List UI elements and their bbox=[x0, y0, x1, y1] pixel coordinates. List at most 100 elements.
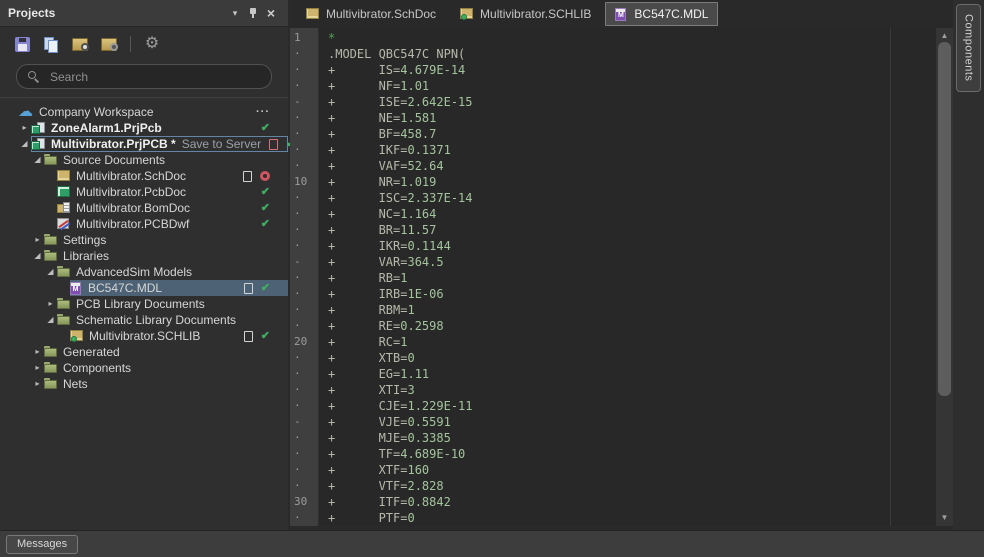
tree-item-nets[interactable]: ▸ Nets bbox=[0, 376, 288, 392]
tree-item-pcb-library-documents[interactable]: ▸ PCB Library Documents bbox=[0, 296, 288, 312]
code-line[interactable]: · + CJE=1.229E-11 bbox=[290, 398, 936, 414]
code-line[interactable]: 1 * bbox=[290, 30, 936, 46]
code-line[interactable]: - + VJE=0.5591 bbox=[290, 414, 936, 430]
code-line[interactable]: · + BF=458.7 bbox=[290, 126, 936, 142]
code-line[interactable]: · + VTF=2.828 bbox=[290, 478, 936, 494]
search-box[interactable] bbox=[16, 64, 272, 89]
gutter-cell: · bbox=[294, 319, 301, 332]
tree-item-multivibrator-pcbdoc[interactable]: Multivibrator.PcbDoc ✔ bbox=[0, 184, 288, 200]
code-line[interactable]: · .MODEL QBC547C NPN( bbox=[290, 46, 936, 62]
save-icon bbox=[14, 36, 30, 52]
scroll-up-icon[interactable]: ▲ bbox=[936, 29, 953, 43]
expand-icon[interactable]: ▸ bbox=[31, 360, 44, 376]
tree-item-label: Settings bbox=[63, 233, 107, 247]
tree-item-libraries[interactable]: ◢ Libraries bbox=[0, 248, 288, 264]
code-line[interactable]: 10 + NR=1.019 bbox=[290, 174, 936, 190]
panel-close-button[interactable]: × bbox=[262, 4, 280, 22]
chevron-down-icon: ▾ bbox=[232, 7, 238, 18]
folder-icon bbox=[44, 378, 58, 390]
code-line[interactable]: · + BR=11.57 bbox=[290, 222, 936, 238]
save-button[interactable] bbox=[12, 34, 32, 54]
messages-panel-tab[interactable]: Messages bbox=[6, 535, 79, 554]
editor-scrollbar[interactable]: ▲ ▼ bbox=[936, 28, 953, 526]
code-line[interactable]: · + XTB=0 bbox=[290, 350, 936, 366]
code-line[interactable]: 20 + RC=1 bbox=[290, 334, 936, 350]
gutter-cell: 10 bbox=[294, 175, 308, 188]
open-project-folder-button[interactable] bbox=[70, 34, 90, 54]
more-options-icon[interactable]: ··· bbox=[256, 104, 270, 120]
settings-gear-icon bbox=[145, 36, 159, 52]
code-line[interactable]: - + ISE=2.642E-15 bbox=[290, 94, 936, 110]
collapse-icon[interactable]: ◢ bbox=[31, 248, 44, 264]
settings-gear-button[interactable] bbox=[142, 34, 162, 54]
code-text: + VAF=52.64 bbox=[328, 159, 444, 173]
expand-icon[interactable]: ▸ bbox=[31, 232, 44, 248]
code-line[interactable]: · + EG=1.11 bbox=[290, 366, 936, 382]
tree-item-components[interactable]: ▸ Components bbox=[0, 360, 288, 376]
code-line[interactable]: · + TF=4.689E-10 bbox=[290, 446, 936, 462]
tree-item-generated[interactable]: ▸ Generated bbox=[0, 344, 288, 360]
tree-item-zonealarm1-prjpcb[interactable]: ▸ ZoneAlarm1.PrjPcb ✔ bbox=[0, 120, 288, 136]
code-line[interactable]: · + RB=1 bbox=[290, 270, 936, 286]
tree-item-label: BC547C.MDL bbox=[88, 281, 163, 295]
expand-icon[interactable]: ▸ bbox=[18, 120, 31, 136]
code-line[interactable]: · + MJE=0.3385 bbox=[290, 430, 936, 446]
tree-item-multivibrator-prjpcb[interactable]: ◢Multivibrator.PrjPCB *Save to Server✔ bbox=[0, 136, 295, 152]
code-text: + BF=458.7 bbox=[328, 127, 437, 141]
gutter-cell: 20 bbox=[294, 335, 308, 348]
components-panel-tab[interactable]: Components bbox=[956, 4, 981, 92]
code-line[interactable]: · + IKF=0.1371 bbox=[290, 142, 936, 158]
expand-icon[interactable]: ▸ bbox=[31, 344, 44, 360]
tree-item-multivibrator-pcbdwf[interactable]: Multivibrator.PCBDwf ✔ bbox=[0, 216, 288, 232]
code-line[interactable]: - + VAR=364.5 bbox=[290, 254, 936, 270]
tree-item-multivibrator-bomdoc[interactable]: Multivibrator.BomDoc ✔ bbox=[0, 200, 288, 216]
collapse-icon[interactable]: ◢ bbox=[18, 136, 31, 152]
code-line[interactable]: · + NE=1.581 bbox=[290, 110, 936, 126]
code-line[interactable]: 30 + ITF=0.8842 bbox=[290, 494, 936, 510]
collapse-icon[interactable]: ◢ bbox=[31, 152, 44, 168]
tree-item-schematic-library-documents[interactable]: ◢ Schematic Library Documents bbox=[0, 312, 288, 328]
check-icon: ✔ bbox=[260, 186, 270, 198]
check-icon: ✔ bbox=[260, 282, 270, 294]
project-folder-settings-button[interactable] bbox=[99, 34, 119, 54]
tree-item-settings[interactable]: ▸ Settings bbox=[0, 232, 288, 248]
tab-bc547c-mdl[interactable]: BC547C.MDL bbox=[605, 2, 719, 26]
code-text: + IKF=0.1371 bbox=[328, 143, 451, 157]
code-line[interactable]: · + PTF=0 bbox=[290, 510, 936, 526]
tree-item-multivibrator-schlib[interactable]: Multivibrator.SCHLIB ✔ bbox=[0, 328, 288, 344]
tree-item-company-workspace[interactable]: Company Workspace ··· bbox=[0, 104, 288, 120]
code-line[interactable]: · + ISC=2.337E-14 bbox=[290, 190, 936, 206]
code-line[interactable]: · + IKR=0.1144 bbox=[290, 238, 936, 254]
tab-multivibrator-schdoc[interactable]: Multivibrator.SchDoc bbox=[296, 2, 446, 26]
collapse-icon[interactable]: ◢ bbox=[44, 312, 57, 328]
code-text: + MJE=0.3385 bbox=[328, 431, 451, 445]
code-line[interactable]: · + NF=1.01 bbox=[290, 78, 936, 94]
code-line[interactable]: · + IS=4.679E-14 bbox=[290, 62, 936, 78]
code-line[interactable]: · + VAF=52.64 bbox=[290, 158, 936, 174]
expand-icon[interactable]: ▸ bbox=[44, 296, 57, 312]
scrollbar-thumb[interactable] bbox=[938, 42, 951, 396]
tree-item-source-documents[interactable]: ◢ Source Documents bbox=[0, 152, 288, 168]
panel-dropdown-button[interactable]: ▾ bbox=[226, 4, 244, 22]
code-line[interactable]: · + IRB=1E-06 bbox=[290, 286, 936, 302]
tree-item-multivibrator-schdoc[interactable]: Multivibrator.SchDoc bbox=[0, 168, 288, 184]
code-line[interactable]: · + RE=0.2598 bbox=[290, 318, 936, 334]
document-icon bbox=[243, 282, 253, 294]
tree-item-bc547c-mdl[interactable]: BC547C.MDL ✔ bbox=[0, 280, 288, 296]
expand-icon[interactable]: ▸ bbox=[31, 376, 44, 392]
code-line[interactable]: · + NC=1.164 bbox=[290, 206, 936, 222]
panel-separator bbox=[0, 97, 288, 98]
code-editor[interactable]: 1 * · .MODEL QBC547C NPN(· + IS=4.679E-14 · + … bbox=[290, 28, 936, 526]
tab-multivibrator-schlib[interactable]: Multivibrator.SCHLIB bbox=[450, 2, 601, 26]
code-line[interactable]: · + XTI=3 bbox=[290, 382, 936, 398]
code-line[interactable]: · + RBM=1 bbox=[290, 302, 936, 318]
search-input[interactable] bbox=[48, 68, 261, 85]
copy-documents-button[interactable] bbox=[41, 34, 61, 54]
tree-item-advancedsim-models[interactable]: ◢ AdvancedSim Models bbox=[0, 264, 288, 280]
panel-pin-button[interactable] bbox=[244, 4, 262, 22]
gutter-cell: · bbox=[294, 511, 301, 524]
code-line[interactable]: · + XTF=160 bbox=[290, 462, 936, 478]
collapse-icon[interactable]: ◢ bbox=[44, 264, 57, 280]
schdoc-icon bbox=[57, 170, 71, 182]
scroll-down-icon[interactable]: ▼ bbox=[936, 511, 953, 525]
